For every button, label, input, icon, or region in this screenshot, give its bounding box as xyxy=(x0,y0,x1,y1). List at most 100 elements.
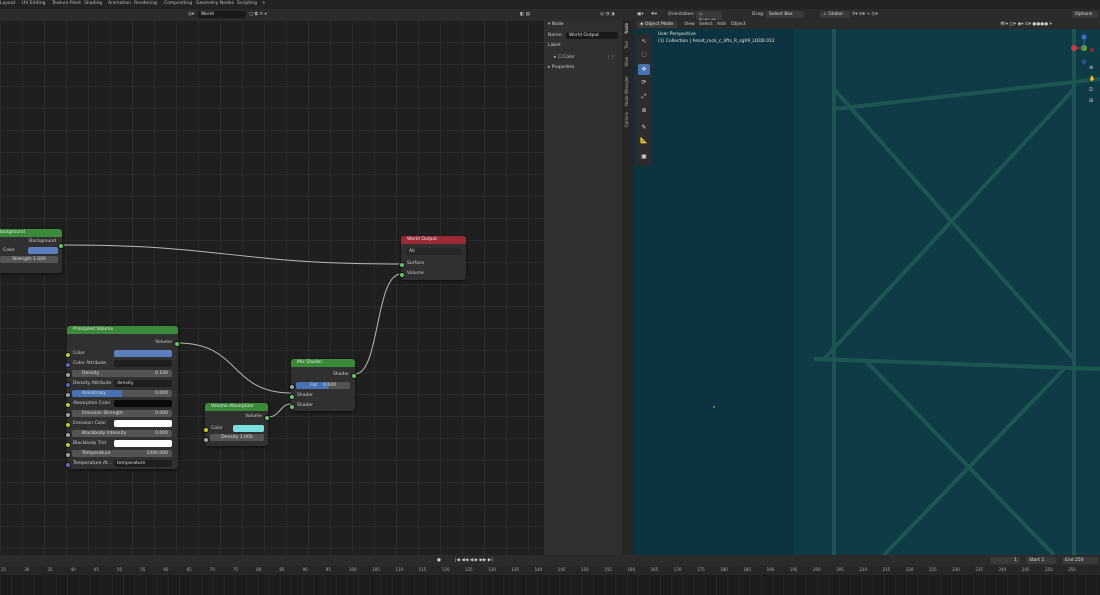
workspace-tab-7[interactable]: Geometry Nodes xyxy=(196,1,234,6)
workspace-tab-6[interactable]: Compositing xyxy=(164,1,192,6)
end-frame-field[interactable]: End 250 xyxy=(1062,557,1098,564)
menu-view[interactable]: View xyxy=(684,21,695,28)
density-slider[interactable]: Density 1.000 xyxy=(210,434,264,441)
workspace-tab-0[interactable]: Layout xyxy=(0,1,15,6)
drag-dropdown[interactable]: Select Box xyxy=(766,11,804,18)
output-socket[interactable] xyxy=(174,341,180,347)
menu-select[interactable]: Select xyxy=(699,21,713,28)
color-swatch[interactable] xyxy=(28,247,58,254)
tab-node[interactable]: Node xyxy=(624,23,632,33)
measure-tool-icon[interactable]: 📐 xyxy=(638,135,650,146)
node-title[interactable]: Background xyxy=(0,229,62,237)
absorption-swatch[interactable] xyxy=(114,400,172,407)
node-principled-volume[interactable]: Principled Volume Volume Color Color Att… xyxy=(65,326,180,469)
3d-viewport[interactable]: User Perspective (1) Collection | Asset_… xyxy=(634,29,1100,555)
node-title[interactable]: Mix Shader xyxy=(291,359,355,367)
volume-socket[interactable] xyxy=(399,272,405,278)
density-socket[interactable] xyxy=(203,437,209,443)
pan-hand-icon[interactable]: ✋ xyxy=(1089,76,1095,83)
color-swatch[interactable] xyxy=(114,350,172,357)
anisotropy-slider[interactable]: Anisotropy 0.000 xyxy=(72,390,172,397)
workspace-tab-1[interactable]: UV Editing xyxy=(22,1,45,6)
start-frame-field[interactable]: Start 1 xyxy=(1026,557,1056,564)
mode-dropdown[interactable]: ◈ Object Mode xyxy=(637,21,677,28)
props-header-icons[interactable]: ◎ ◔ ◑ xyxy=(600,11,615,18)
color-toggle[interactable]: ▸ ☐ Color xyxy=(554,54,575,61)
node-section[interactable]: ▾ Node xyxy=(548,21,563,28)
strength-slider[interactable]: Strength 1.000 xyxy=(0,256,58,263)
timeline-ruler[interactable]: 25 30 35 40 45 50 55 60 65 70 75 80 85 90 95 100 105 110 1… xyxy=(0,566,1100,575)
cursor-tool-icon[interactable]: ↖ xyxy=(638,36,650,47)
temperature-socket[interactable] xyxy=(65,452,71,458)
temperature-slider[interactable]: Temperature 1000.000 xyxy=(72,450,172,457)
select-tool-icon[interactable]: ◌ xyxy=(638,49,650,60)
emission-strength-slider[interactable]: Emission Strength 0.000 xyxy=(72,410,172,417)
name-field[interactable]: World Output xyxy=(566,32,618,39)
camera-icon[interactable]: ⎚ xyxy=(1089,87,1093,94)
visibility-icons[interactable]: 👁▾ ◫▾ ◉▾ ⊡▾ ●●●● ▾ xyxy=(1000,21,1052,28)
density-slider[interactable]: Density 0.100 xyxy=(72,370,172,377)
node-mix-shader[interactable]: Mix Shader Shader Fac 0.600 Shader Shade… xyxy=(289,359,357,411)
properties-section[interactable]: ▸ Properties xyxy=(548,64,574,71)
temperature-attr-field[interactable]: temperature xyxy=(114,460,172,467)
node-volume-absorption[interactable]: Volume Absorption Volume Color Density 1… xyxy=(203,403,270,446)
surface-socket[interactable] xyxy=(399,262,405,268)
output-socket[interactable] xyxy=(264,415,270,421)
menu-add[interactable]: Add xyxy=(717,21,726,28)
workspace-tab-4[interactable]: Animation xyxy=(108,1,131,6)
tab-tool[interactable]: Tool xyxy=(624,41,632,49)
node-world-output[interactable]: World Output All Surface Volume xyxy=(399,236,466,280)
snap-icons[interactable]: ⚲▾ ⊡▾ ∿ ◴▾ xyxy=(852,11,878,18)
world-icon[interactable]: ◎▾ xyxy=(188,11,194,18)
color-swatch[interactable] xyxy=(233,425,264,432)
tab-node-wrangler[interactable]: Node Wrangler xyxy=(624,76,632,106)
workspace-tab-8[interactable]: Scripting xyxy=(237,1,257,6)
workspace-tab-2[interactable]: Texture Paint xyxy=(52,1,81,6)
blackbody-intensity-slider[interactable]: Blackbody Intensity 0.000 xyxy=(72,430,172,437)
transform-tool-icon[interactable]: ⊛ xyxy=(638,105,650,116)
playback-controls[interactable]: |◀ ◀◀ ◀ ▶ ▶▶ ▶| xyxy=(455,557,493,564)
editor-type-icon[interactable]: ▣▾ xyxy=(637,11,644,18)
workspace-tab-9[interactable]: + xyxy=(262,1,266,6)
blackbody-intensity-socket[interactable] xyxy=(65,432,71,438)
scale-tool-icon[interactable]: ⤢ xyxy=(638,91,650,102)
menu-object[interactable]: Object xyxy=(731,21,746,28)
fac-socket[interactable] xyxy=(289,384,295,390)
anisotropy-socket[interactable] xyxy=(65,392,71,398)
world-datablock-icons[interactable]: ▢ ⧉ ✕ ⌖ xyxy=(249,11,267,18)
timeline-track[interactable] xyxy=(0,575,1100,595)
move-tool-icon[interactable]: ✥ xyxy=(638,64,650,75)
density-attr-field[interactable]: density xyxy=(114,380,172,387)
node-title[interactable]: Volume Absorption xyxy=(205,403,268,411)
emission-strength-socket[interactable] xyxy=(65,412,71,418)
node-title[interactable]: Principled Volume xyxy=(67,326,178,334)
options-button[interactable]: Options xyxy=(1072,11,1098,18)
transform-gizmo-icon[interactable]: ✥▾ xyxy=(651,11,657,18)
drag-handle-icon[interactable]: ⋮⋮ xyxy=(606,54,615,61)
fac-slider[interactable]: Fac 0.600 xyxy=(296,382,350,389)
world-name-field[interactable]: World xyxy=(198,11,246,18)
workspace-tab-3[interactable]: Shading xyxy=(84,1,102,6)
node-editor-canvas[interactable]: Background Background Color Strength 1.0… xyxy=(0,20,544,555)
add-cube-tool-icon[interactable]: ▣ xyxy=(638,151,650,162)
tab-view[interactable]: View xyxy=(624,57,632,67)
blackbody-tint-swatch[interactable] xyxy=(114,440,172,447)
node-background[interactable]: Background Background Color Strength 1.0… xyxy=(0,229,64,273)
record-icon[interactable]: ● xyxy=(437,557,441,564)
color-attr-field[interactable] xyxy=(114,360,172,367)
rotate-tool-icon[interactable]: ⟳ xyxy=(638,77,650,88)
tab-options[interactable]: Options xyxy=(624,112,632,127)
current-frame-field[interactable]: 1 xyxy=(990,557,1020,564)
target-dropdown[interactable]: All xyxy=(406,248,462,255)
navigation-gizmo[interactable] xyxy=(1070,34,1098,82)
node-title[interactable]: World Output xyxy=(401,236,466,244)
density-socket[interactable] xyxy=(65,372,71,378)
annotate-tool-icon[interactable]: ✎ xyxy=(638,122,650,133)
zoom-icon[interactable]: ⊕ xyxy=(1089,65,1093,72)
emission-color-swatch[interactable] xyxy=(114,420,172,427)
header-right-icons[interactable]: ◧ ▤ xyxy=(520,11,530,18)
workspace-tab-5[interactable]: Rendering xyxy=(134,1,157,6)
grid-icon[interactable]: ⊞ xyxy=(1089,98,1093,105)
transform-dropdown[interactable]: ⊥ Global xyxy=(820,11,850,18)
output-socket[interactable] xyxy=(351,373,357,379)
